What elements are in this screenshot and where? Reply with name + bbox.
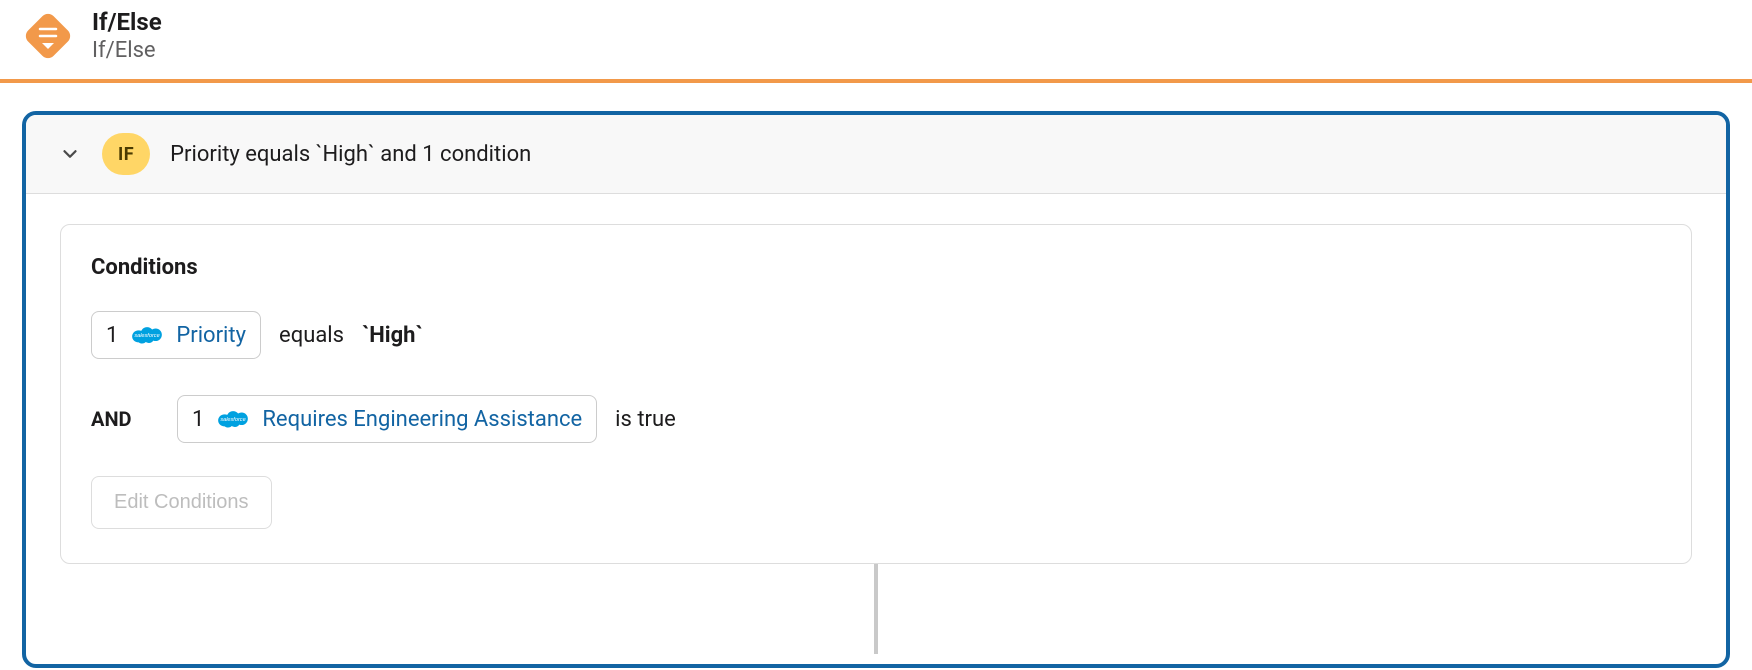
variable-field-label: Requires Engineering Assistance xyxy=(262,407,582,432)
variable-pill[interactable]: 1 salesforce Requires Engineering Assist… xyxy=(177,395,597,443)
step-header: If/Else If/Else xyxy=(0,0,1752,79)
condition-row: AND 1 salesforce Requires Engineering As… xyxy=(91,392,1661,446)
conditions-card: Conditions 1 salesforce Priority equ xyxy=(60,224,1692,564)
branch-summary-row[interactable]: IF Priority equals `High` and 1 conditio… xyxy=(26,115,1726,194)
condition-operator: equals xyxy=(279,323,344,348)
step-title: If/Else xyxy=(92,8,162,36)
variable-field-label: Priority xyxy=(176,323,246,348)
condition-value: `High` xyxy=(362,323,423,348)
if-badge: IF xyxy=(102,133,150,175)
if-branch-panel: IF Priority equals `High` and 1 conditio… xyxy=(22,111,1730,668)
variable-step-number: 1 xyxy=(106,323,118,348)
flow-connector xyxy=(874,564,878,654)
salesforce-icon: salesforce xyxy=(128,322,166,348)
svg-text:salesforce: salesforce xyxy=(135,333,160,339)
variable-step-number: 1 xyxy=(192,407,204,432)
salesforce-icon: salesforce xyxy=(214,406,252,432)
condition-row: 1 salesforce Priority equals `High` xyxy=(91,308,1661,362)
step-subtitle: If/Else xyxy=(92,38,162,63)
conditions-title: Conditions xyxy=(91,255,1661,280)
edit-conditions-button[interactable]: Edit Conditions xyxy=(91,476,272,529)
chevron-down-icon[interactable] xyxy=(58,142,82,166)
condition-joiner: AND xyxy=(91,407,159,431)
branch-summary-text: Priority equals `High` and 1 condition xyxy=(170,142,531,167)
svg-text:salesforce: salesforce xyxy=(221,417,246,423)
condition-operator: is true xyxy=(615,407,676,432)
ifelse-icon xyxy=(22,10,74,62)
variable-pill[interactable]: 1 salesforce Priority xyxy=(91,311,261,359)
